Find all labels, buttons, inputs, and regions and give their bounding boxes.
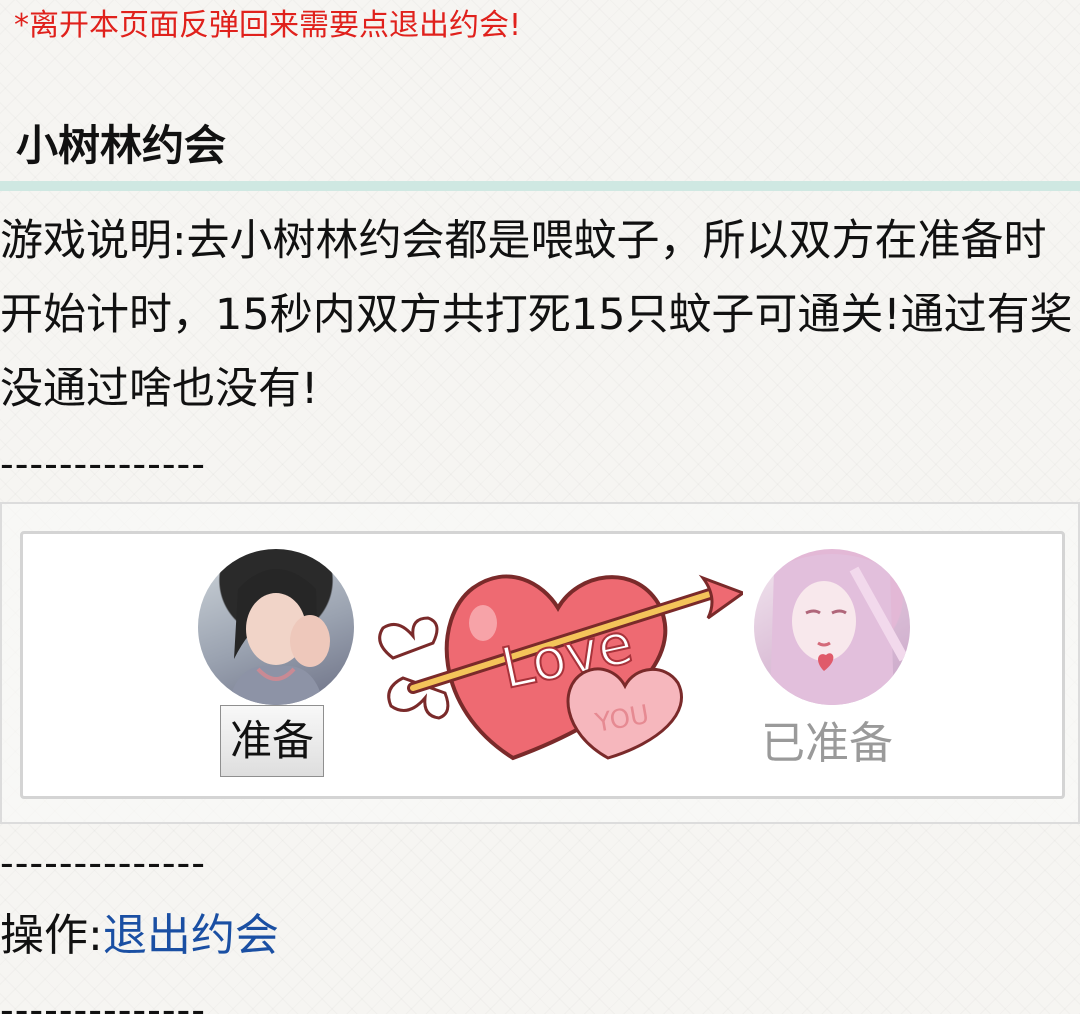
ready-button[interactable]: 准备 bbox=[220, 705, 324, 777]
leave-page-notice: *离开本页面反弹回来需要点退出约会! bbox=[14, 8, 522, 43]
love-heart-illustration: Love YOU bbox=[373, 548, 747, 768]
operation-label: 操作: bbox=[0, 910, 103, 961]
game-panel: 准备 Love YOU 已准备 bbox=[0, 502, 1080, 824]
divider-middle: -------------- bbox=[0, 841, 206, 885]
title-divider bbox=[0, 181, 1080, 191]
exit-date-link[interactable]: 退出约会 bbox=[103, 910, 279, 961]
page-title: 小树林约会 bbox=[16, 121, 227, 170]
right-player-avatar bbox=[754, 549, 910, 705]
operation-row: 操作:退出约会 bbox=[0, 906, 279, 966]
left-player-avatar bbox=[198, 549, 354, 705]
divider-bottom: -------------- bbox=[0, 988, 206, 1014]
game-panel-inner: 准备 Love YOU 已准备 bbox=[20, 531, 1065, 799]
ready-status-label: 已准备 bbox=[761, 718, 893, 769]
game-description: 游戏说明:去小树林约会都是喂蚊子，所以双方在准备时开始计时，15秒内双方共打死1… bbox=[0, 216, 1073, 414]
divider-top: -------------- bbox=[0, 442, 206, 486]
